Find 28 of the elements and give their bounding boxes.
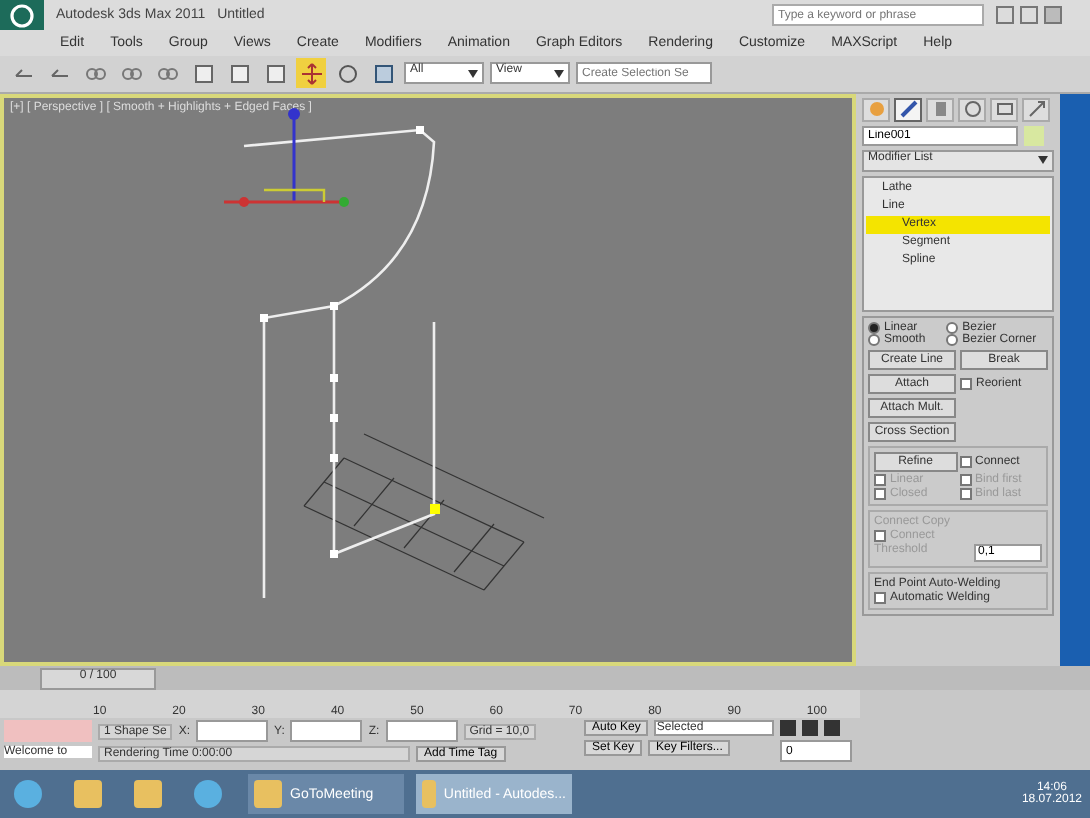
- close-icon[interactable]: [1044, 6, 1062, 24]
- slash-icon: [899, 100, 917, 119]
- motion-tab[interactable]: [958, 97, 986, 122]
- caret-icon: [468, 69, 478, 78]
- minimize-icon[interactable]: [996, 6, 1014, 24]
- square-icon: [227, 61, 251, 86]
- object-color-swatch[interactable]: [1024, 125, 1044, 146]
- hierarchy-tab[interactable]: [926, 97, 954, 122]
- z-field[interactable]: [385, 720, 458, 743]
- caret-icon: [1038, 156, 1048, 165]
- monitor-icon: [995, 100, 1013, 119]
- bar-icon: [931, 100, 949, 119]
- move-icon: [299, 61, 323, 86]
- scale-icon: [371, 61, 395, 86]
- display-tab[interactable]: [990, 97, 1018, 122]
- x-field[interactable]: [196, 720, 269, 743]
- circle-icon: [963, 100, 981, 119]
- move-tool-button[interactable]: [296, 58, 326, 89]
- utilities-tab[interactable]: [1022, 97, 1050, 122]
- app-logo-icon[interactable]: [0, 0, 44, 30]
- square-icon: [263, 61, 287, 86]
- modify-tab[interactable]: [894, 97, 922, 122]
- square-icon: [191, 61, 215, 86]
- maximize-icon[interactable]: [1020, 6, 1038, 24]
- dot-icon: [867, 100, 885, 119]
- caret-icon: [554, 69, 564, 78]
- y-field[interactable]: [290, 720, 363, 743]
- rotate-icon: [335, 61, 359, 86]
